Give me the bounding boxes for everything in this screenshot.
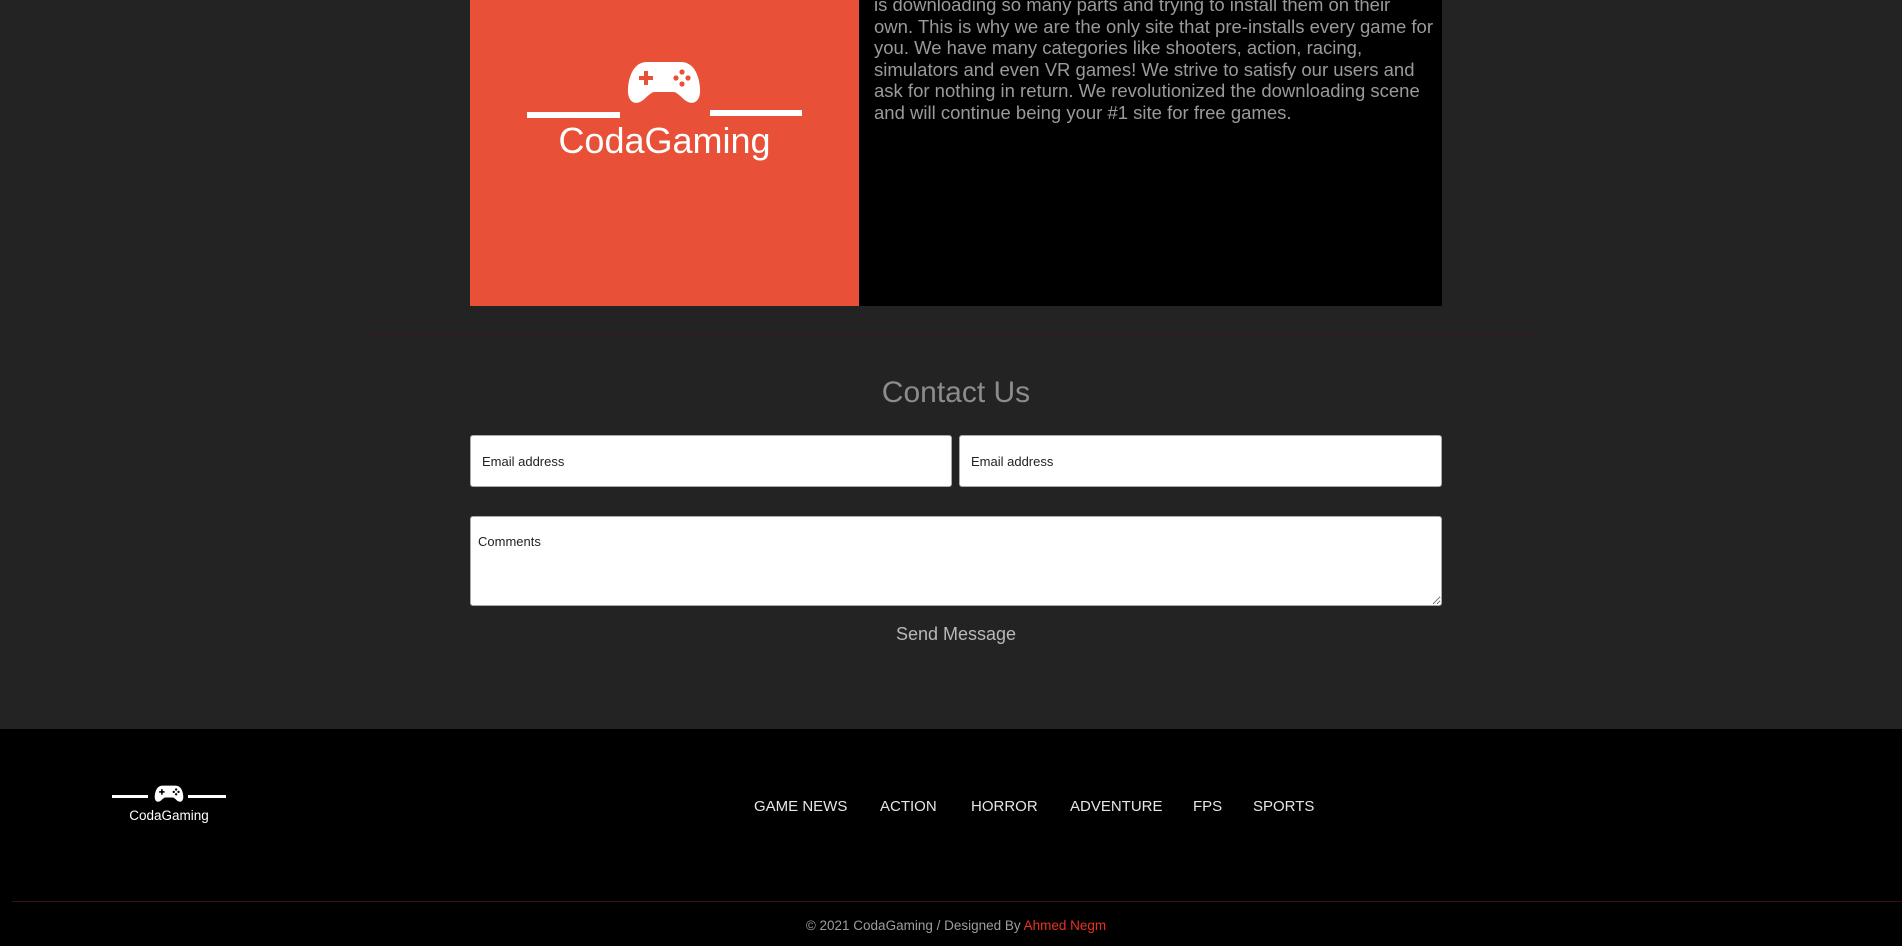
footer-nav-action[interactable]: ACTION bbox=[880, 798, 937, 815]
email-field-1[interactable] bbox=[470, 435, 952, 487]
footer-divider bbox=[12, 901, 1902, 902]
section-divider bbox=[372, 335, 1536, 336]
contact-title: Contact Us bbox=[881, 376, 1031, 409]
footer-nav-game-news[interactable]: GAME NEWS bbox=[754, 798, 847, 815]
brand-name: CodaGaming bbox=[558, 120, 771, 161]
footer-nav: GAME NEWS ACTION HORROR ADVENTURE FPS SP… bbox=[0, 798, 1902, 818]
about-section: CodaGaming is downloading so many parts … bbox=[470, 0, 1442, 306]
copyright-text: © 2021 CodaGaming / Designed By bbox=[805, 918, 1024, 933]
footer-nav-horror[interactable]: HORROR bbox=[971, 798, 1038, 815]
about-paragraph: is downloading so many parts and trying … bbox=[874, 0, 1434, 123]
designer-link[interactable]: Ahmed Negm bbox=[1024, 918, 1107, 933]
site-footer: CodaGaming GAME NEWS ACTION HORROR ADVEN… bbox=[0, 729, 1902, 946]
logo-line-right bbox=[710, 110, 802, 116]
footer-nav-adventure[interactable]: ADVENTURE bbox=[1070, 798, 1163, 815]
send-message-button[interactable]: Send Message bbox=[0, 624, 1902, 645]
brand-logo bbox=[527, 58, 802, 118]
comments-field[interactable] bbox=[470, 516, 1442, 606]
copyright: © 2021 CodaGaming / Designed By Ahmed Ne… bbox=[0, 918, 1902, 933]
footer-nav-sports[interactable]: SPORTS bbox=[1253, 798, 1314, 815]
brand-panel: CodaGaming bbox=[470, 0, 859, 306]
footer-nav-fps[interactable]: FPS bbox=[1193, 798, 1222, 815]
email-field-2[interactable] bbox=[959, 435, 1442, 487]
gamepad-icon bbox=[627, 62, 701, 103]
logo-line-left bbox=[527, 112, 620, 118]
